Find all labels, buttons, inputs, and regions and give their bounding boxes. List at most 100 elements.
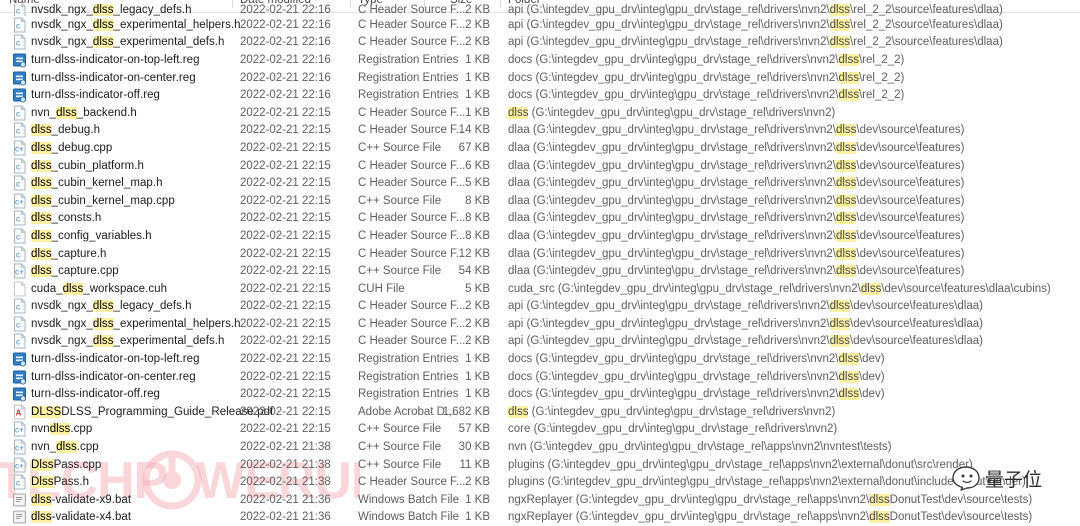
cell-folder: docs (G:\integdev_gpu_drv\integ\gpu_drv\… — [508, 71, 905, 84]
registry-file-icon — [13, 387, 26, 402]
cell-date-modified: 2022-02-21 21:38 — [240, 441, 331, 454]
table-row[interactable]: c dlss_cubin_platform.h 2022-02-21 22:15 C … — [0, 157, 1080, 175]
svg-text:c+: c+ — [15, 197, 24, 206]
table-row[interactable]: turn-dlss-indicator-off.reg 2022-02-21 22… — [0, 385, 1080, 403]
cell-name: dlss_cubin_kernel_map.cpp — [31, 194, 175, 207]
table-row[interactable]: A DLSSDLSS_Programming_Guide_Release.pdf 2… — [0, 403, 1080, 421]
cell-folder: docs (G:\integdev_gpu_drv\integ\gpu_drv\… — [508, 353, 885, 366]
c-header-file-icon: c — [13, 4, 26, 16]
table-row[interactable]: c nvsdk_ngx_dlss_experimental_defs.h 2022-… — [0, 333, 1080, 351]
svg-text:c: c — [16, 7, 20, 16]
cell-size: 67 KB — [458, 141, 490, 154]
table-row[interactable]: c+ dlss_capture.cpp 2022-02-21 22:15 C++ So… — [0, 262, 1080, 280]
table-row[interactable]: c nvsdk_ngx_dlss_legacy_defs.h 2022-02-21 … — [0, 4, 1080, 16]
cell-size: 57 KB — [458, 423, 490, 436]
table-row[interactable]: c dlss_capture.h 2022-02-21 22:15 C Header … — [0, 245, 1080, 263]
cell-size: 2 KB — [465, 335, 490, 348]
table-row[interactable]: turn-dlss-indicator-on-top-left.reg 2022-… — [0, 51, 1080, 69]
file-explorer-results-list: Name Date modified Type Size Folder c nvs… — [0, 0, 1080, 524]
cell-date-modified: 2022-02-21 22:15 — [240, 300, 331, 313]
cell-size: 1 KB — [465, 511, 490, 524]
cell-size: 8 KB — [465, 229, 490, 242]
table-row[interactable]: c dlss_cubin_kernel_map.h 2022-02-21 22:15… — [0, 174, 1080, 192]
table-row[interactable]: dlss-validate-x4.bat 2022-02-21 21:36 Wind… — [0, 509, 1080, 526]
table-row[interactable]: c+ dlss_debug.cpp 2022-02-21 22:15 C++ Sour… — [0, 139, 1080, 157]
svg-text:c: c — [16, 250, 20, 259]
svg-text:c: c — [16, 232, 20, 241]
file-rows-container: c nvsdk_ngx_dlss_legacy_defs.h 2022-02-21 … — [0, 4, 1080, 526]
cell-size: 2 KB — [465, 317, 490, 330]
cell-name: dlss_capture.cpp — [31, 265, 119, 278]
cell-date-modified: 2022-02-21 22:16 — [240, 36, 331, 49]
table-row[interactable]: c nvsdk_ngx_dlss_experimental_defs.h 2022-… — [0, 34, 1080, 52]
table-row[interactable]: c+ DlssPass.cpp 2022-02-21 21:38 C++ Source… — [0, 456, 1080, 474]
cell-date-modified: 2022-02-21 22:15 — [240, 335, 331, 348]
cell-folder: dlaa (G:\integdev_gpu_drv\integ\gpu_drv\… — [508, 141, 965, 154]
cell-name: dlss_consts.h — [31, 212, 102, 225]
cell-name: dlss-validate-x4.bat — [31, 511, 132, 524]
svg-text:c+: c+ — [15, 144, 24, 153]
cell-folder: dlaa (G:\integdev_gpu_drv\integ\gpu_drv\… — [508, 229, 965, 242]
cell-date-modified: 2022-02-21 22:15 — [240, 388, 331, 401]
table-row[interactable]: dlss-validate-x9.bat 2022-02-21 21:36 Wind… — [0, 491, 1080, 509]
cell-size: 30 KB — [458, 441, 490, 454]
table-row[interactable]: c nvsdk_ngx_dlss_experimental_helpers.h 20… — [0, 315, 1080, 333]
table-row[interactable]: c nvsdk_ngx_dlss_legacy_defs.h 2022-02-21 … — [0, 298, 1080, 316]
cell-folder: docs (G:\integdev_gpu_drv\integ\gpu_drv\… — [508, 53, 905, 66]
table-row[interactable]: c DlssPass.h 2022-02-21 21:38 C Header Sour… — [0, 473, 1080, 491]
svg-text:c: c — [16, 127, 20, 136]
cell-name: nvn_dlss_backend.h — [31, 106, 137, 119]
cell-size: 1 KB — [465, 89, 490, 102]
table-row[interactable]: c+ nvn_dlss.cpp 2022-02-21 21:38 C++ Source… — [0, 438, 1080, 456]
cell-date-modified: 2022-02-21 21:38 — [240, 476, 331, 489]
table-row[interactable]: c nvn_dlss_backend.h 2022-02-21 22:15 C Hea… — [0, 104, 1080, 122]
cell-date-modified: 2022-02-21 22:15 — [240, 405, 331, 418]
cell-name: dlss_capture.h — [31, 247, 107, 260]
c-header-file-icon: c — [13, 122, 26, 138]
cell-folder: dlaa (G:\integdev_gpu_drv\integ\gpu_drv\… — [508, 177, 965, 190]
table-row[interactable]: c+ dlss_cubin_kernel_map.cpp 2022-02-21 22… — [0, 192, 1080, 210]
cell-type: C++ Source File — [358, 458, 442, 471]
table-row[interactable]: c dlss_config_variables.h 2022-02-21 22:15… — [0, 227, 1080, 245]
cell-name: DlssPass.h — [31, 476, 90, 489]
svg-text:c+: c+ — [15, 461, 24, 470]
cpp-source-file-icon: c+ — [13, 439, 26, 455]
table-row[interactable]: c dlss_debug.h 2022-02-21 22:15 C Header So… — [0, 122, 1080, 140]
cell-name: DlssPass.cpp — [31, 458, 102, 471]
cell-date-modified: 2022-02-21 22:15 — [240, 141, 331, 154]
table-row[interactable]: c+ nvndlss.cpp 2022-02-21 22:15 C++ Source … — [0, 421, 1080, 439]
cell-folder: nvn (G:\integdev_gpu_drv\integ\gpu_drv\s… — [508, 441, 892, 454]
table-row[interactable]: c dlss_consts.h 2022-02-21 22:15 C Header S… — [0, 210, 1080, 228]
cell-folder: dlaa (G:\integdev_gpu_drv\integ\gpu_drv\… — [508, 265, 965, 278]
table-row[interactable]: c nvsdk_ngx_dlss_experimental_helpers.h 20… — [0, 16, 1080, 34]
cell-size: 1,682 KB — [442, 405, 490, 418]
cell-name: nvsdk_ngx_dlss_experimental_defs.h — [31, 335, 225, 348]
cpp-source-file-icon: c+ — [13, 457, 26, 473]
cell-folder: plugins (G:\integdev_gpu_drv\integ\gpu_d… — [508, 458, 973, 471]
cell-type: CUH File — [358, 282, 405, 295]
table-row[interactable]: turn-dlss-indicator-off.reg 2022-02-21 22… — [0, 86, 1080, 104]
cell-date-modified: 2022-02-21 21:36 — [240, 511, 331, 524]
cell-size: 5 KB — [465, 177, 490, 190]
batch-file-icon — [13, 492, 26, 507]
c-header-file-icon: c — [13, 316, 26, 332]
cell-size: 1 KB — [465, 106, 490, 119]
table-row[interactable]: turn-dlss-indicator-on-center.reg 2022-02… — [0, 69, 1080, 87]
svg-text:c: c — [16, 180, 20, 189]
cell-folder: core (G:\integdev_gpu_drv\integ\gpu_drv\… — [508, 423, 838, 436]
cell-date-modified: 2022-02-21 22:15 — [240, 124, 331, 137]
cell-folder: api (G:\integdev_gpu_drv\integ\gpu_drv\s… — [508, 335, 983, 348]
pdf-file-icon: A — [13, 404, 26, 420]
cell-name: dlss_debug.cpp — [31, 141, 113, 154]
cell-date-modified: 2022-02-21 22:15 — [240, 282, 331, 295]
table-row[interactable]: cuda_dlss_workspace.cuh 2022-02-21 22:15 C… — [0, 280, 1080, 298]
table-row[interactable]: turn-dlss-indicator-on-center.reg 2022-02… — [0, 368, 1080, 386]
table-row[interactable]: turn-dlss-indicator-on-top-left.reg 2022-… — [0, 350, 1080, 368]
svg-text:c: c — [16, 109, 20, 118]
c-header-file-icon: c — [13, 228, 26, 244]
c-header-file-icon: c — [13, 298, 26, 314]
cell-folder: dlaa (G:\integdev_gpu_drv\integ\gpu_drv\… — [508, 212, 965, 225]
cell-size: 1 KB — [465, 71, 490, 84]
cell-date-modified: 2022-02-21 22:15 — [240, 317, 331, 330]
cell-date-modified: 2022-02-21 22:16 — [240, 18, 331, 31]
